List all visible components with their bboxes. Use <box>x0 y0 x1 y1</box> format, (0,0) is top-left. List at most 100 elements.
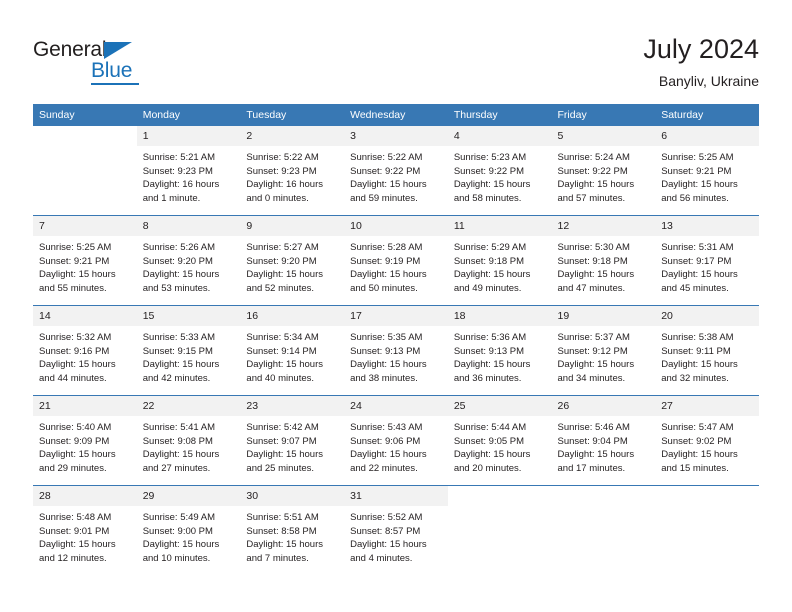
day-sunrise-text: Sunrise: 5:30 AM <box>557 242 630 253</box>
calendar-day-cell[interactable]: 22 Sunrise: 5:41 AM Sunset: 9:08 PM Dayligh… <box>136 395 241 486</box>
day-daylight-line1-text: Daylight: 15 hours <box>350 539 427 551</box>
calendar-day-cell[interactable]: 27 Sunrise: 5:47 AM Sunset: 9:02 PM Dayligh… <box>655 395 759 486</box>
calendar-day-cell[interactable]: 18 Sunrise: 5:36 AM Sunset: 9:13 PM Dayligh… <box>447 305 552 396</box>
day-daylight-line2-text: and 52 minutes. <box>246 282 315 294</box>
calendar-day-cell[interactable]: 3 Sunrise: 5:22 AM Sunset: 9:22 PM Daylight… <box>344 126 448 216</box>
day-daylight-line2-text: and 20 minutes. <box>453 462 522 474</box>
calendar-day-cell[interactable]: 16 Sunrise: 5:34 AM Sunset: 9:14 PM Dayligh… <box>240 305 345 396</box>
calendar-day-cell[interactable]: 14 Sunrise: 5:32 AM Sunset: 9:16 PM Dayligh… <box>33 305 137 396</box>
day-daylight-line2-text: and 38 minutes. <box>350 372 418 384</box>
day-daylight-line2-text: and 4 minutes. <box>350 552 413 564</box>
calendar-day-cell[interactable]: 17 Sunrise: 5:35 AM Sunset: 9:13 PM Dayligh… <box>344 305 448 396</box>
day-sunrise-text: Sunrise: 5:51 AM <box>246 512 319 523</box>
calendar-day-cell[interactable]: 29 Sunrise: 5:49 AM Sunset: 9:00 PM Dayligh… <box>136 485 241 575</box>
day-sunrise-text: Sunrise: 5:21 AM <box>142 152 216 163</box>
calendar-day-cell[interactable]: 26 Sunrise: 5:46 AM Sunset: 9:04 PM Dayligh… <box>551 395 656 486</box>
day-daylight-line2-text: and 22 minutes. <box>350 462 418 474</box>
day-sun-info: Sunrise: 5:22 AM Sunset: 9:23 PM Daylight:… <box>240 146 344 205</box>
day-daylight-line1-text: Daylight: 15 hours <box>557 359 635 371</box>
calendar-day-cell[interactable]: 4 Sunrise: 5:23 AM Sunset: 9:22 PM Daylight… <box>447 126 552 216</box>
calendar-day-cell[interactable]: 11 Sunrise: 5:29 AM Sunset: 9:18 PM Dayligh… <box>447 215 552 306</box>
day-sun-info: Sunrise: 5:32 AM Sunset: 9:16 PM Daylight:… <box>33 326 137 385</box>
calendar-day-cell[interactable]: 10 Sunrise: 5:28 AM Sunset: 9:19 PM Dayligh… <box>344 215 448 306</box>
day-daylight-line1-text: Daylight: 15 hours <box>350 449 427 461</box>
calendar-week-row: 14 Sunrise: 5:32 AM Sunset: 9:16 PM Dayligh… <box>33 305 759 396</box>
day-daylight-line2-text: and 29 minutes. <box>39 462 107 474</box>
day-sunset-text: Sunset: 9:14 PM <box>246 345 317 357</box>
day-number: 26 <box>551 396 656 416</box>
day-number: 29 <box>136 486 241 506</box>
day-number: 10 <box>344 216 448 236</box>
day-sunset-text: Sunset: 9:08 PM <box>142 435 213 447</box>
calendar-day-cell[interactable]: 9 Sunrise: 5:27 AM Sunset: 9:20 PM Daylight… <box>240 215 345 306</box>
day-daylight-line1-text: Daylight: 15 hours <box>453 179 531 191</box>
day-daylight-line2-text: and 59 minutes. <box>350 192 418 204</box>
day-sunset-text: Sunset: 9:22 PM <box>453 165 525 177</box>
calendar-day-cell[interactable]: 21 Sunrise: 5:40 AM Sunset: 9:09 PM Dayligh… <box>33 395 137 486</box>
calendar-day-cell[interactable]: 25 Sunrise: 5:44 AM Sunset: 9:05 PM Dayligh… <box>447 395 552 486</box>
day-number: 3 <box>344 126 448 146</box>
day-sun-info: Sunrise: 5:29 AM Sunset: 9:18 PM Daylight:… <box>448 236 552 295</box>
calendar-day-cell[interactable]: 20 Sunrise: 5:38 AM Sunset: 9:11 PM Dayligh… <box>655 305 759 396</box>
day-sunset-text: Sunset: 9:15 PM <box>142 345 213 357</box>
day-sunrise-text: Sunrise: 5:38 AM <box>661 332 734 343</box>
day-sunrise-text: Sunrise: 5:29 AM <box>453 242 527 253</box>
calendar-day-cell[interactable]: 7 Sunrise: 5:25 AM Sunset: 9:21 PM Daylight… <box>33 215 137 306</box>
day-sun-info: Sunrise: 5:41 AM Sunset: 9:08 PM Daylight:… <box>137 416 241 475</box>
calendar-day-cell[interactable]: 1 Sunrise: 5:21 AM Sunset: 9:23 PM Daylight… <box>136 126 241 216</box>
day-sunset-text: Sunset: 9:12 PM <box>557 345 628 357</box>
day-sunset-text: Sunset: 9:13 PM <box>453 345 525 357</box>
day-sunset-text: Sunset: 9:17 PM <box>661 255 732 267</box>
day-daylight-line1-text: Daylight: 15 hours <box>661 359 738 371</box>
day-number <box>655 486 759 506</box>
day-number: 25 <box>447 396 552 416</box>
day-daylight-line2-text: and 58 minutes. <box>453 192 522 204</box>
calendar-day-cell[interactable]: 8 Sunrise: 5:26 AM Sunset: 9:20 PM Daylight… <box>136 215 241 306</box>
day-sunset-text: Sunset: 9:21 PM <box>39 255 110 267</box>
day-sunrise-text: Sunrise: 5:25 AM <box>661 152 734 163</box>
calendar-day-cell-empty <box>551 485 656 575</box>
day-number: 28 <box>33 486 137 506</box>
day-number: 27 <box>655 396 759 416</box>
weekday-header-wednesday: Wednesday <box>344 104 448 126</box>
day-daylight-line2-text: and 27 minutes. <box>142 462 211 474</box>
calendar-day-cell[interactable]: 31 Sunrise: 5:52 AM Sunset: 8:57 PM Dayligh… <box>344 485 448 575</box>
day-number: 20 <box>655 306 759 326</box>
calendar-day-cell[interactable]: 12 Sunrise: 5:30 AM Sunset: 9:18 PM Dayligh… <box>551 215 656 306</box>
day-number: 4 <box>447 126 552 146</box>
day-daylight-line1-text: Daylight: 16 hours <box>142 179 220 191</box>
day-sunrise-text: Sunrise: 5:40 AM <box>39 422 112 433</box>
calendar-day-cell[interactable]: 24 Sunrise: 5:43 AM Sunset: 9:06 PM Dayligh… <box>344 395 448 486</box>
calendar-day-cell[interactable]: 28 Sunrise: 5:48 AM Sunset: 9:01 PM Dayligh… <box>33 485 137 575</box>
day-number: 6 <box>655 126 759 146</box>
calendar-day-cell[interactable]: 30 Sunrise: 5:51 AM Sunset: 8:58 PM Dayligh… <box>240 485 345 575</box>
day-sun-info: Sunrise: 5:44 AM Sunset: 9:05 PM Daylight:… <box>448 416 552 475</box>
calendar-day-cell[interactable]: 5 Sunrise: 5:24 AM Sunset: 9:22 PM Daylight… <box>551 126 656 216</box>
calendar-table: Sunday Monday Tuesday Wednesday Thursday Frid… <box>33 104 759 575</box>
general-blue-logo[interactable]: General Blue <box>33 38 153 86</box>
day-sun-info: Sunrise: 5:37 AM Sunset: 9:12 PM Daylight:… <box>552 326 656 385</box>
weekday-header-friday: Friday <box>551 104 656 126</box>
day-number: 11 <box>447 216 552 236</box>
day-daylight-line2-text: and 25 minutes. <box>246 462 315 474</box>
day-sun-info: Sunrise: 5:42 AM Sunset: 9:07 PM Daylight:… <box>240 416 344 475</box>
page-subtitle: Banyliv, Ukraine <box>658 73 759 89</box>
day-daylight-line1-text: Daylight: 15 hours <box>350 269 427 281</box>
day-sunset-text: Sunset: 9:20 PM <box>246 255 317 267</box>
day-sunset-text: Sunset: 9:13 PM <box>350 345 421 357</box>
calendar-day-cell[interactable]: 13 Sunrise: 5:31 AM Sunset: 9:17 PM Dayligh… <box>655 215 759 306</box>
calendar-day-cell[interactable]: 23 Sunrise: 5:42 AM Sunset: 9:07 PM Dayligh… <box>240 395 345 486</box>
day-number: 31 <box>344 486 448 506</box>
day-sun-info: Sunrise: 5:38 AM Sunset: 9:11 PM Daylight:… <box>655 326 759 385</box>
calendar-day-cell-empty <box>447 485 552 575</box>
calendar-day-cell[interactable]: 15 Sunrise: 5:33 AM Sunset: 9:15 PM Dayligh… <box>136 305 241 396</box>
day-sun-info: Sunrise: 5:47 AM Sunset: 9:02 PM Daylight:… <box>655 416 759 475</box>
calendar-day-cell[interactable]: 2 Sunrise: 5:22 AM Sunset: 9:23 PM Daylight… <box>240 126 345 216</box>
calendar-day-cell-empty <box>655 485 759 575</box>
calendar-day-cell[interactable]: 19 Sunrise: 5:37 AM Sunset: 9:12 PM Dayligh… <box>551 305 656 396</box>
weekday-header-saturday: Saturday <box>655 104 759 126</box>
calendar-day-cell[interactable]: 6 Sunrise: 5:25 AM Sunset: 9:21 PM Daylight… <box>655 126 759 216</box>
day-number: 22 <box>136 396 241 416</box>
day-daylight-line1-text: Daylight: 15 hours <box>557 449 635 461</box>
day-daylight-line1-text: Daylight: 15 hours <box>350 179 427 191</box>
